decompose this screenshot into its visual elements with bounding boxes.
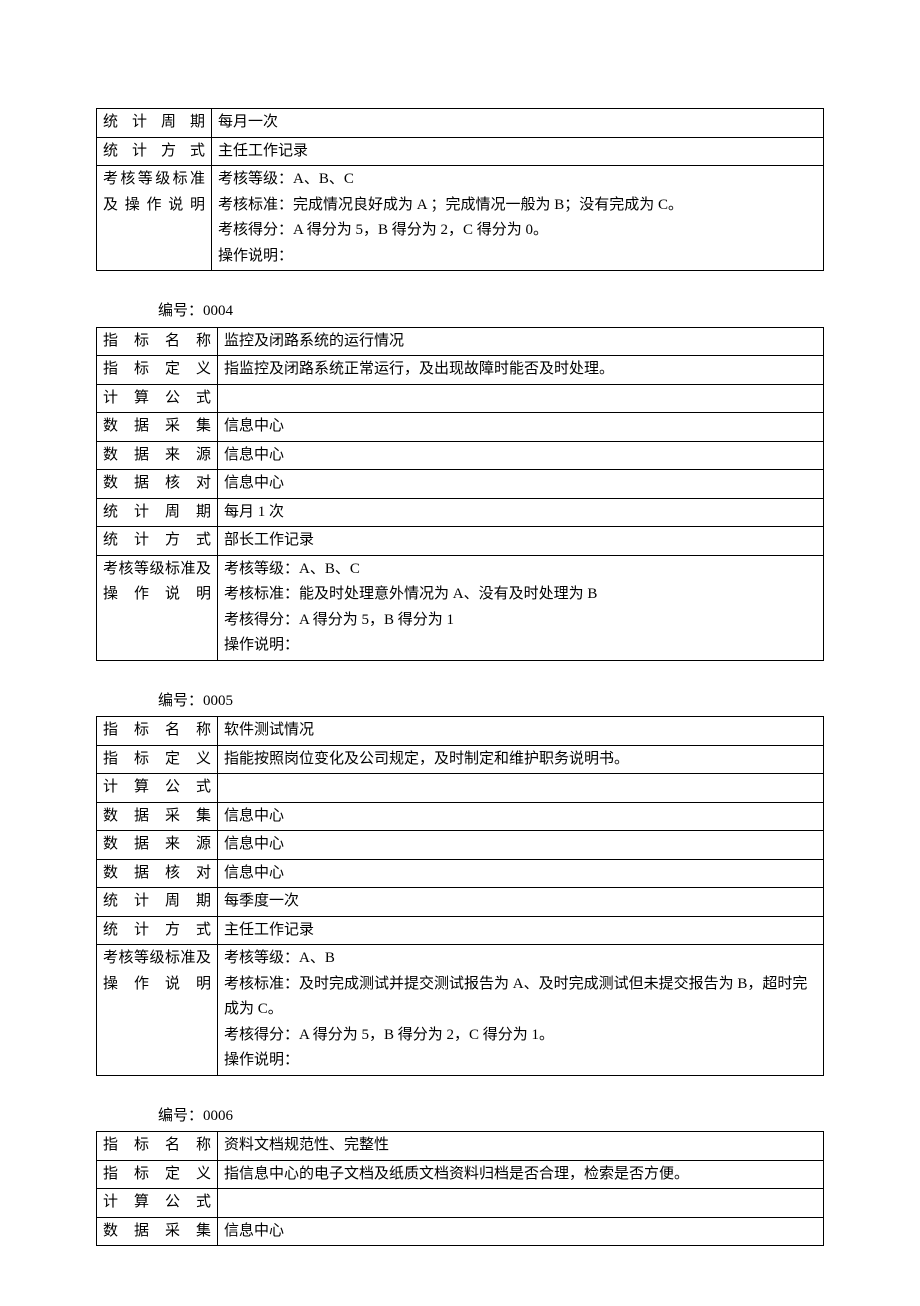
indicator-table-0004: 指标名称监控及闭路系统的运行情况 指标定义指监控及闭路系统正常运行，及出现故障时… bbox=[96, 327, 824, 661]
name-label: 指标名称 bbox=[97, 327, 218, 356]
stat-method-label: 统计方式 bbox=[97, 527, 218, 556]
stat-period-label: 统计周期 bbox=[97, 498, 218, 527]
stat-period-value: 每月 1 次 bbox=[218, 498, 824, 527]
grade-line4: 操作说明： bbox=[224, 637, 299, 653]
grade-line3: 考核得分：A 得分为 5，B 得分为 2，C 得分为 1。 bbox=[224, 1027, 554, 1043]
grade-line3: 考核得分：A 得分为 5，B 得分为 2，C 得分为 0。 bbox=[218, 222, 548, 238]
stat-period-value: 每月一次 bbox=[212, 109, 824, 138]
collect-label: 数据采集 bbox=[97, 1217, 218, 1246]
formula-label: 计算公式 bbox=[97, 384, 218, 413]
verify-value: 信息中心 bbox=[218, 859, 824, 888]
verify-label: 数据核对 bbox=[97, 859, 218, 888]
formula-label: 计算公式 bbox=[97, 774, 218, 803]
def-value: 指监控及闭路系统正常运行，及出现故障时能否及时处理。 bbox=[218, 356, 824, 385]
collect-value: 信息中心 bbox=[218, 413, 824, 442]
grade-value: 考核等级：A、B、C 考核标准：完成情况良好成为 A ；完成情况一般为 B；没有… bbox=[212, 166, 824, 271]
def-value: 指信息中心的电子文档及纸质文档资料归档是否合理，检索是否方便。 bbox=[218, 1160, 824, 1189]
indicator-table-0006: 指标名称资料文档规范性、完整性 指标定义指信息中心的电子文档及纸质文档资料归档是… bbox=[96, 1131, 824, 1246]
grade-line2: 考核标准：及时完成测试并提交测试报告为 A、及时完成测试但未提交报告为 B，超时… bbox=[224, 976, 807, 1018]
grade-line2: 考核标准：能及时处理意外情况为 A、没有及时处理为 B bbox=[224, 586, 597, 602]
def-label: 指标定义 bbox=[97, 356, 218, 385]
formula-value bbox=[218, 1189, 824, 1218]
stat-method-value: 主任工作记录 bbox=[218, 916, 824, 945]
grade-label: 考核等级标准及操作说明 bbox=[97, 945, 218, 1076]
stat-period-label: 统计周期 bbox=[97, 109, 212, 138]
grade-line4: 操作说明： bbox=[218, 248, 293, 264]
verify-value: 信息中心 bbox=[218, 470, 824, 499]
name-label: 指标名称 bbox=[97, 1132, 218, 1161]
grade-line1: 考核等级：A、B、C bbox=[224, 561, 360, 577]
collect-value: 信息中心 bbox=[218, 1217, 824, 1246]
stat-period-value: 每季度一次 bbox=[218, 888, 824, 917]
def-label: 指标定义 bbox=[97, 1160, 218, 1189]
code-0004: 编号：0004 bbox=[158, 299, 824, 325]
indicator-table-0005: 指标名称软件测试情况 指标定义指能按照岗位变化及公司规定，及时制定和维护职务说明… bbox=[96, 716, 824, 1076]
code-0005: 编号：0005 bbox=[158, 689, 824, 715]
code-0006: 编号：0006 bbox=[158, 1104, 824, 1130]
formula-value bbox=[218, 384, 824, 413]
def-value: 指能按照岗位变化及公司规定，及时制定和维护职务说明书。 bbox=[218, 745, 824, 774]
grade-line1: 考核等级：A、B、C bbox=[218, 171, 354, 187]
grade-value: 考核等级：A、B 考核标准：及时完成测试并提交测试报告为 A、及时完成测试但未提… bbox=[218, 945, 824, 1076]
formula-value bbox=[218, 774, 824, 803]
grade-value: 考核等级：A、B、C 考核标准：能及时处理意外情况为 A、没有及时处理为 B 考… bbox=[218, 555, 824, 660]
grade-label: 考核等级标准及操作说明 bbox=[97, 166, 212, 271]
stat-method-value: 部长工作记录 bbox=[218, 527, 824, 556]
name-value: 资料文档规范性、完整性 bbox=[218, 1132, 824, 1161]
def-label: 指标定义 bbox=[97, 745, 218, 774]
stat-period-label: 统计周期 bbox=[97, 888, 218, 917]
stat-method-value: 主任工作记录 bbox=[212, 137, 824, 166]
grade-line4: 操作说明： bbox=[224, 1052, 299, 1068]
stat-method-label: 统计方式 bbox=[97, 916, 218, 945]
collect-label: 数据采集 bbox=[97, 802, 218, 831]
verify-label: 数据核对 bbox=[97, 470, 218, 499]
grade-line1: 考核等级：A、B bbox=[224, 950, 335, 966]
source-label: 数据来源 bbox=[97, 441, 218, 470]
grade-line2: 考核标准：完成情况良好成为 A ；完成情况一般为 B；没有完成为 C。 bbox=[218, 197, 683, 213]
collect-value: 信息中心 bbox=[218, 802, 824, 831]
name-value: 监控及闭路系统的运行情况 bbox=[218, 327, 824, 356]
stat-method-label: 统计方式 bbox=[97, 137, 212, 166]
source-value: 信息中心 bbox=[218, 831, 824, 860]
grade-label: 考核等级标准及操作说明 bbox=[97, 555, 218, 660]
name-value: 软件测试情况 bbox=[218, 717, 824, 746]
indicator-table-prev: 统计周期 每月一次 统计方式 主任工作记录 考核等级标准及操作说明 考核等级：A… bbox=[96, 108, 824, 271]
formula-label: 计算公式 bbox=[97, 1189, 218, 1218]
grade-line3: 考核得分：A 得分为 5，B 得分为 1 bbox=[224, 612, 454, 628]
name-label: 指标名称 bbox=[97, 717, 218, 746]
source-label: 数据来源 bbox=[97, 831, 218, 860]
source-value: 信息中心 bbox=[218, 441, 824, 470]
collect-label: 数据采集 bbox=[97, 413, 218, 442]
